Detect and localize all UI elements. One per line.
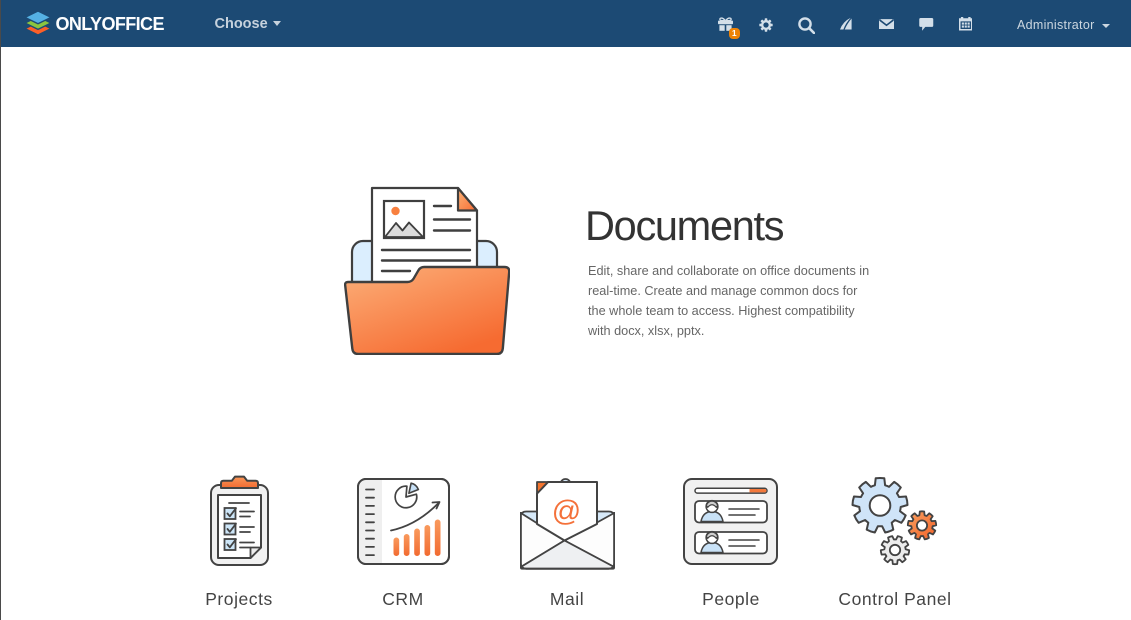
svg-text:@: @ [552,496,581,528]
